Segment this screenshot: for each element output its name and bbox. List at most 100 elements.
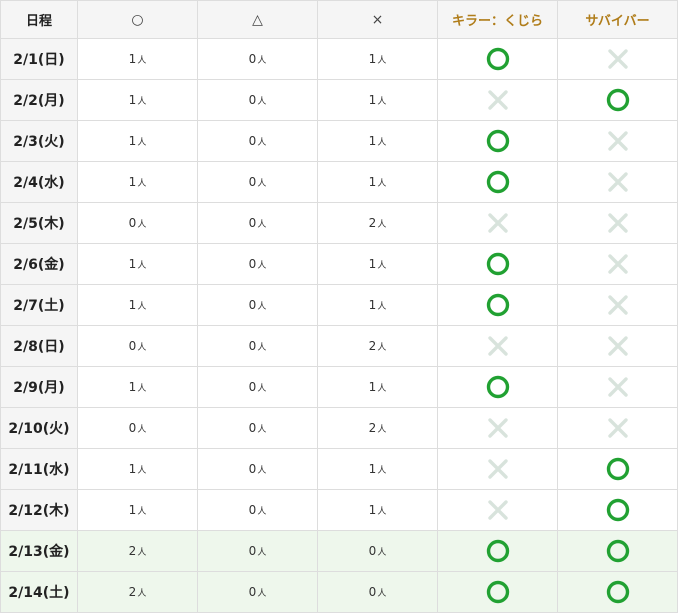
killer-status-cell bbox=[437, 530, 558, 572]
date-cell: 2/3(火) bbox=[0, 120, 78, 162]
table-row: 2/14(土) 2人 0人 0人 bbox=[0, 571, 678, 613]
cross-icon bbox=[606, 211, 630, 235]
table-row: 2/13(金) 2人 0人 0人 bbox=[0, 530, 678, 572]
count-unit: 人 bbox=[377, 220, 387, 230]
count-value: 1 bbox=[128, 380, 137, 394]
table-row: 2/8(日) 0人 0人 2人 bbox=[0, 325, 678, 367]
count-value: 1 bbox=[368, 257, 377, 271]
date-cell: 2/12(木) bbox=[0, 489, 78, 531]
maybe-count-cell: 0人 bbox=[197, 38, 318, 80]
date-cell: 2/10(火) bbox=[0, 407, 78, 449]
killer-status-cell bbox=[437, 243, 558, 285]
ok-count-cell: 1人 bbox=[77, 120, 198, 162]
survivor-status-cell bbox=[557, 325, 678, 367]
table-row: 2/1(日) 1人 0人 1人 bbox=[0, 38, 678, 80]
survivor-status-cell bbox=[557, 38, 678, 80]
count-unit: 人 bbox=[257, 425, 267, 435]
cross-icon bbox=[486, 334, 510, 358]
cross-icon bbox=[606, 170, 630, 194]
ng-count-cell: 1人 bbox=[317, 448, 438, 490]
circle-icon bbox=[606, 580, 630, 604]
count-value: 0 bbox=[368, 544, 377, 558]
count-value: 0 bbox=[248, 503, 257, 517]
count-unit: 人 bbox=[137, 343, 147, 353]
date-cell: 2/2(月) bbox=[0, 79, 78, 121]
table-row: 2/2(月) 1人 0人 1人 bbox=[0, 79, 678, 121]
count-unit: 人 bbox=[257, 179, 267, 189]
count-unit: 人 bbox=[137, 261, 147, 271]
survivor-status-cell bbox=[557, 284, 678, 326]
circle-icon bbox=[486, 375, 510, 399]
killer-status-cell bbox=[437, 120, 558, 162]
available-column-header: ○ bbox=[77, 0, 198, 39]
maybe-count-cell: 0人 bbox=[197, 571, 318, 613]
date-cell: 2/8(日) bbox=[0, 325, 78, 367]
count-unit: 人 bbox=[257, 589, 267, 599]
ng-count-cell: 1人 bbox=[317, 489, 438, 531]
circle-icon bbox=[486, 539, 510, 563]
ng-count-cell: 2人 bbox=[317, 325, 438, 367]
ok-count-cell: 2人 bbox=[77, 530, 198, 572]
date-cell: 2/5(木) bbox=[0, 202, 78, 244]
ng-count-cell: 2人 bbox=[317, 407, 438, 449]
circle-icon bbox=[486, 293, 510, 317]
cross-icon bbox=[486, 211, 510, 235]
count-unit: 人 bbox=[137, 179, 147, 189]
count-value: 1 bbox=[128, 175, 137, 189]
maybe-count-cell: 0人 bbox=[197, 530, 318, 572]
cross-icon bbox=[486, 416, 510, 440]
count-value: 0 bbox=[248, 175, 257, 189]
killer-status-cell bbox=[437, 325, 558, 367]
table-row: 2/6(金) 1人 0人 1人 bbox=[0, 243, 678, 285]
circle-icon bbox=[486, 47, 510, 71]
count-value: 2 bbox=[368, 216, 377, 230]
killer-status-cell bbox=[437, 407, 558, 449]
count-unit: 人 bbox=[377, 425, 387, 435]
ng-count-cell: 1人 bbox=[317, 161, 438, 203]
date-cell: 2/9(月) bbox=[0, 366, 78, 408]
cross-icon bbox=[606, 375, 630, 399]
table-row: 2/10(火) 0人 0人 2人 bbox=[0, 407, 678, 449]
survivor-status-cell bbox=[557, 366, 678, 408]
date-cell: 2/14(土) bbox=[0, 571, 78, 613]
cross-icon bbox=[606, 416, 630, 440]
date-cell: 2/7(土) bbox=[0, 284, 78, 326]
survivor-status-cell bbox=[557, 530, 678, 572]
circle-icon bbox=[606, 498, 630, 522]
maybe-count-cell: 0人 bbox=[197, 448, 318, 490]
count-value: 2 bbox=[368, 339, 377, 353]
cross-icon bbox=[606, 47, 630, 71]
count-value: 0 bbox=[248, 544, 257, 558]
count-unit: 人 bbox=[137, 384, 147, 394]
count-value: 2 bbox=[128, 585, 137, 599]
ng-count-cell: 1人 bbox=[317, 366, 438, 408]
count-unit: 人 bbox=[137, 56, 147, 66]
ok-count-cell: 1人 bbox=[77, 243, 198, 285]
count-value: 1 bbox=[368, 462, 377, 476]
count-value: 0 bbox=[248, 134, 257, 148]
count-unit: 人 bbox=[377, 507, 387, 517]
killer-status-cell bbox=[437, 284, 558, 326]
ng-count-cell: 1人 bbox=[317, 79, 438, 121]
date-cell: 2/13(金) bbox=[0, 530, 78, 572]
count-unit: 人 bbox=[377, 179, 387, 189]
killer-status-cell bbox=[437, 38, 558, 80]
count-value: 0 bbox=[128, 216, 137, 230]
cross-icon bbox=[486, 457, 510, 481]
table-row: 2/4(水) 1人 0人 1人 bbox=[0, 161, 678, 203]
maybe-count-cell: 0人 bbox=[197, 243, 318, 285]
maybe-count-cell: 0人 bbox=[197, 79, 318, 121]
maybe-count-cell: 0人 bbox=[197, 489, 318, 531]
count-value: 0 bbox=[248, 93, 257, 107]
table-row: 2/12(木) 1人 0人 1人 bbox=[0, 489, 678, 531]
count-value: 0 bbox=[248, 339, 257, 353]
count-unit: 人 bbox=[137, 466, 147, 476]
count-unit: 人 bbox=[257, 548, 267, 558]
date-cell: 2/1(日) bbox=[0, 38, 78, 80]
count-value: 1 bbox=[368, 175, 377, 189]
ok-count-cell: 0人 bbox=[77, 407, 198, 449]
count-unit: 人 bbox=[377, 548, 387, 558]
count-value: 1 bbox=[128, 52, 137, 66]
killer-status-cell bbox=[437, 448, 558, 490]
survivor-status-cell bbox=[557, 243, 678, 285]
